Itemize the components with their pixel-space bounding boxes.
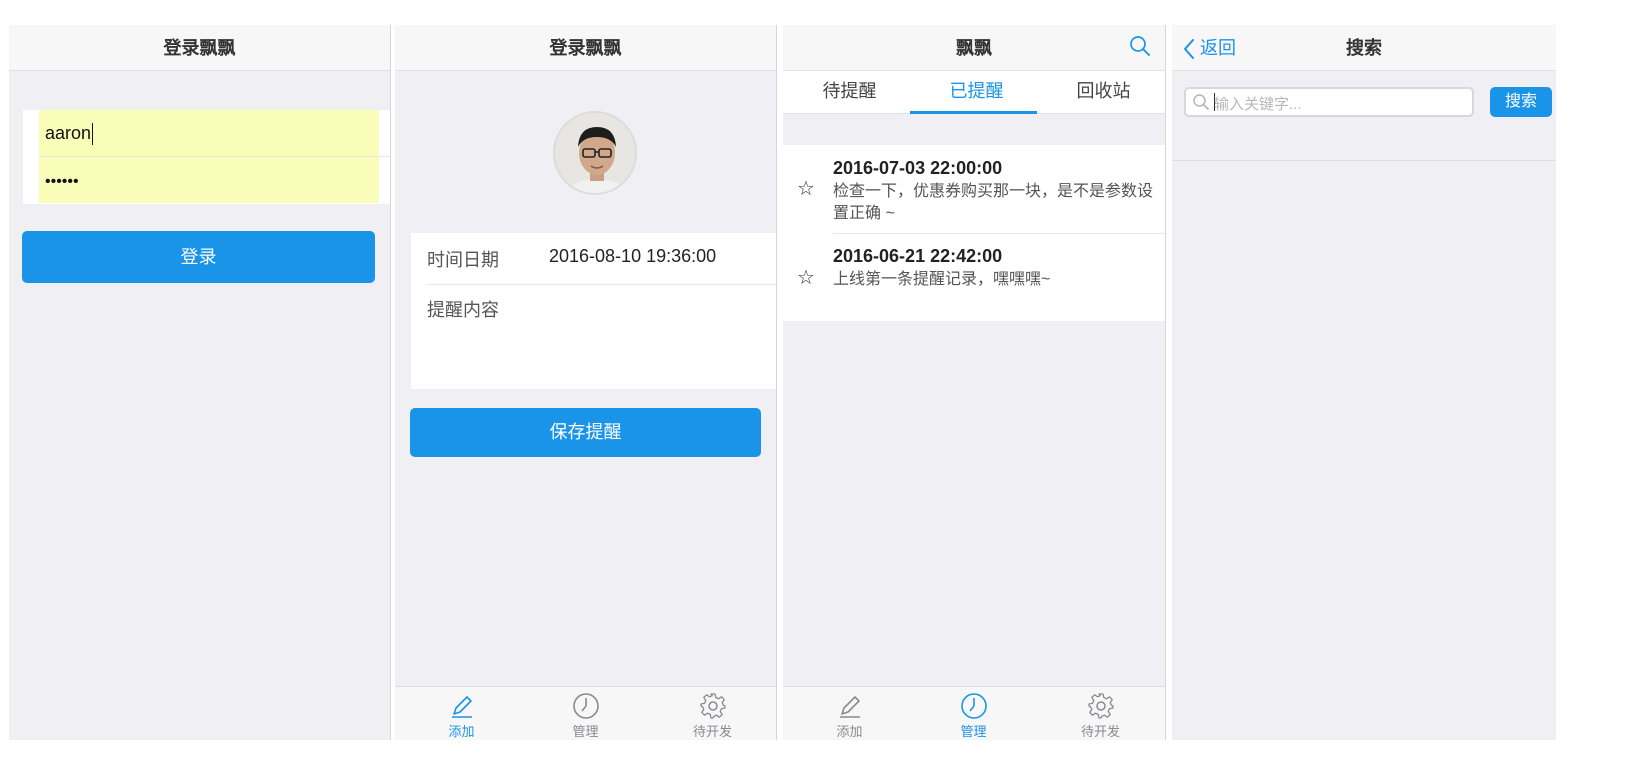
back-label: 返回 [1200, 38, 1236, 58]
search-button[interactable]: 搜索 [1490, 87, 1552, 117]
avatar-photo [555, 113, 635, 193]
search-button-label: 搜索 [1504, 93, 1537, 110]
login-button[interactable]: 登录 [22, 231, 375, 283]
datetime-value[interactable]: 2016-08-10 19:36:00 [549, 246, 716, 267]
item-text: 上线第一条提醒记录，嘿嘿嘿~ [833, 271, 1051, 288]
navbar: 飘飘 [783, 25, 1165, 71]
login-screen: 登录飘飘 aaron •••••• 登录 [9, 25, 390, 740]
clock-icon [960, 693, 987, 719]
panel-divider [1165, 25, 1166, 740]
avatar [553, 111, 637, 195]
search-icon[interactable] [1129, 35, 1151, 57]
search-placeholder: 输入关键字... [1214, 96, 1302, 113]
gear-icon [1087, 693, 1114, 719]
tab-label: 管理 [960, 724, 987, 739]
tab-label: 待开发 [1080, 724, 1120, 739]
tab-manage[interactable]: 管理 [519, 687, 652, 740]
page-title: 登录飘飘 [163, 38, 236, 58]
panel-divider [776, 25, 777, 740]
reminder-form: 时间日期 2016-08-10 19:36:00 提醒内容 [411, 233, 776, 389]
tab-bar: 添加 管理 待开发 [395, 686, 776, 740]
segment-pending[interactable]: 待提醒 [783, 71, 916, 114]
password-field[interactable]: •••••• [39, 157, 379, 203]
manage-screen: 飘飘 待提醒 已提醒 回收站 ☆ 2016-07-03 22:00:00 检查一… [783, 25, 1165, 740]
tab-bar: 添加 管理 待开发 [783, 686, 1165, 740]
tab-label: 添加 [836, 724, 863, 739]
search-bar: 输入关键字... 搜索 [1172, 71, 1556, 161]
tab-label: 待开发 [692, 724, 732, 739]
page-title: 飘飘 [956, 38, 992, 58]
segment-reminded[interactable]: 已提醒 [910, 71, 1043, 114]
tab-add[interactable]: 添加 [395, 687, 528, 740]
tab-todo[interactable]: 待开发 [1034, 687, 1165, 740]
panel-divider [390, 25, 391, 740]
add-reminder-screen: 登录飘飘 时间日期 2016-08-10 19:36:00 提醒内容 保存提醒 [395, 25, 776, 740]
tab-todo[interactable]: 待开发 [646, 687, 776, 740]
item-time: 2016-06-21 22:42:00 [833, 246, 1003, 266]
navbar: 登录飘飘 [9, 25, 390, 71]
tab-label: 管理 [572, 724, 599, 739]
list-item[interactable]: ☆ 2016-07-03 22:00:00 检查一下，优惠券购买那一块，是不是参… [783, 145, 1165, 233]
segmented-control: 待提醒 已提醒 回收站 [783, 71, 1165, 114]
star-outline-icon[interactable]: ☆ [797, 176, 815, 201]
password-value: •••••• [45, 173, 79, 190]
search-input[interactable]: 输入关键字... [1184, 87, 1474, 117]
tab-add[interactable]: 添加 [783, 687, 916, 740]
list-item[interactable]: ☆ 2016-06-21 22:42:00 上线第一条提醒记录，嘿嘿嘿~ [783, 233, 1165, 321]
star-outline-icon[interactable]: ☆ [797, 265, 815, 290]
username-field[interactable]: aaron [39, 110, 379, 156]
tab-label: 添加 [448, 724, 475, 739]
divider [427, 284, 776, 285]
tab-manage[interactable]: 管理 [907, 687, 1040, 740]
search-icon [1193, 94, 1209, 110]
login-button-label: 登录 [180, 247, 217, 267]
username-value: aaron [45, 123, 92, 143]
pencil-icon [839, 696, 860, 718]
back-button[interactable]: 返回 [1182, 25, 1236, 71]
search-screen: 返回 搜索 输入关键字... 搜索 [1172, 25, 1556, 740]
content-label: 提醒内容 [427, 300, 499, 320]
login-form: aaron •••••• [23, 110, 390, 204]
chevron-left-icon [1184, 39, 1194, 60]
item-time: 2016-07-03 22:00:00 [833, 158, 1003, 178]
reminder-list: ☆ 2016-07-03 22:00:00 检查一下，优惠券购买那一块，是不是参… [783, 145, 1165, 321]
datetime-label: 时间日期 [427, 250, 499, 270]
clock-icon [572, 693, 599, 719]
text-caret [92, 123, 94, 146]
segment-indicator [910, 111, 1037, 114]
text-caret [1214, 93, 1215, 111]
page-title: 登录飘飘 [549, 38, 622, 58]
content-textarea[interactable] [541, 289, 769, 381]
pencil-icon [451, 696, 472, 718]
item-text: 检查一下，优惠券购买那一块，是不是参数设置正确 ~ [833, 183, 1154, 222]
navbar: 登录飘飘 [395, 25, 776, 71]
segment-recycle[interactable]: 回收站 [1037, 71, 1165, 114]
page-title: 搜索 [1346, 38, 1382, 58]
save-reminder-button[interactable]: 保存提醒 [410, 408, 761, 457]
gear-icon [699, 693, 726, 719]
navbar: 返回 搜索 [1172, 25, 1556, 71]
save-reminder-label: 保存提醒 [549, 422, 622, 442]
